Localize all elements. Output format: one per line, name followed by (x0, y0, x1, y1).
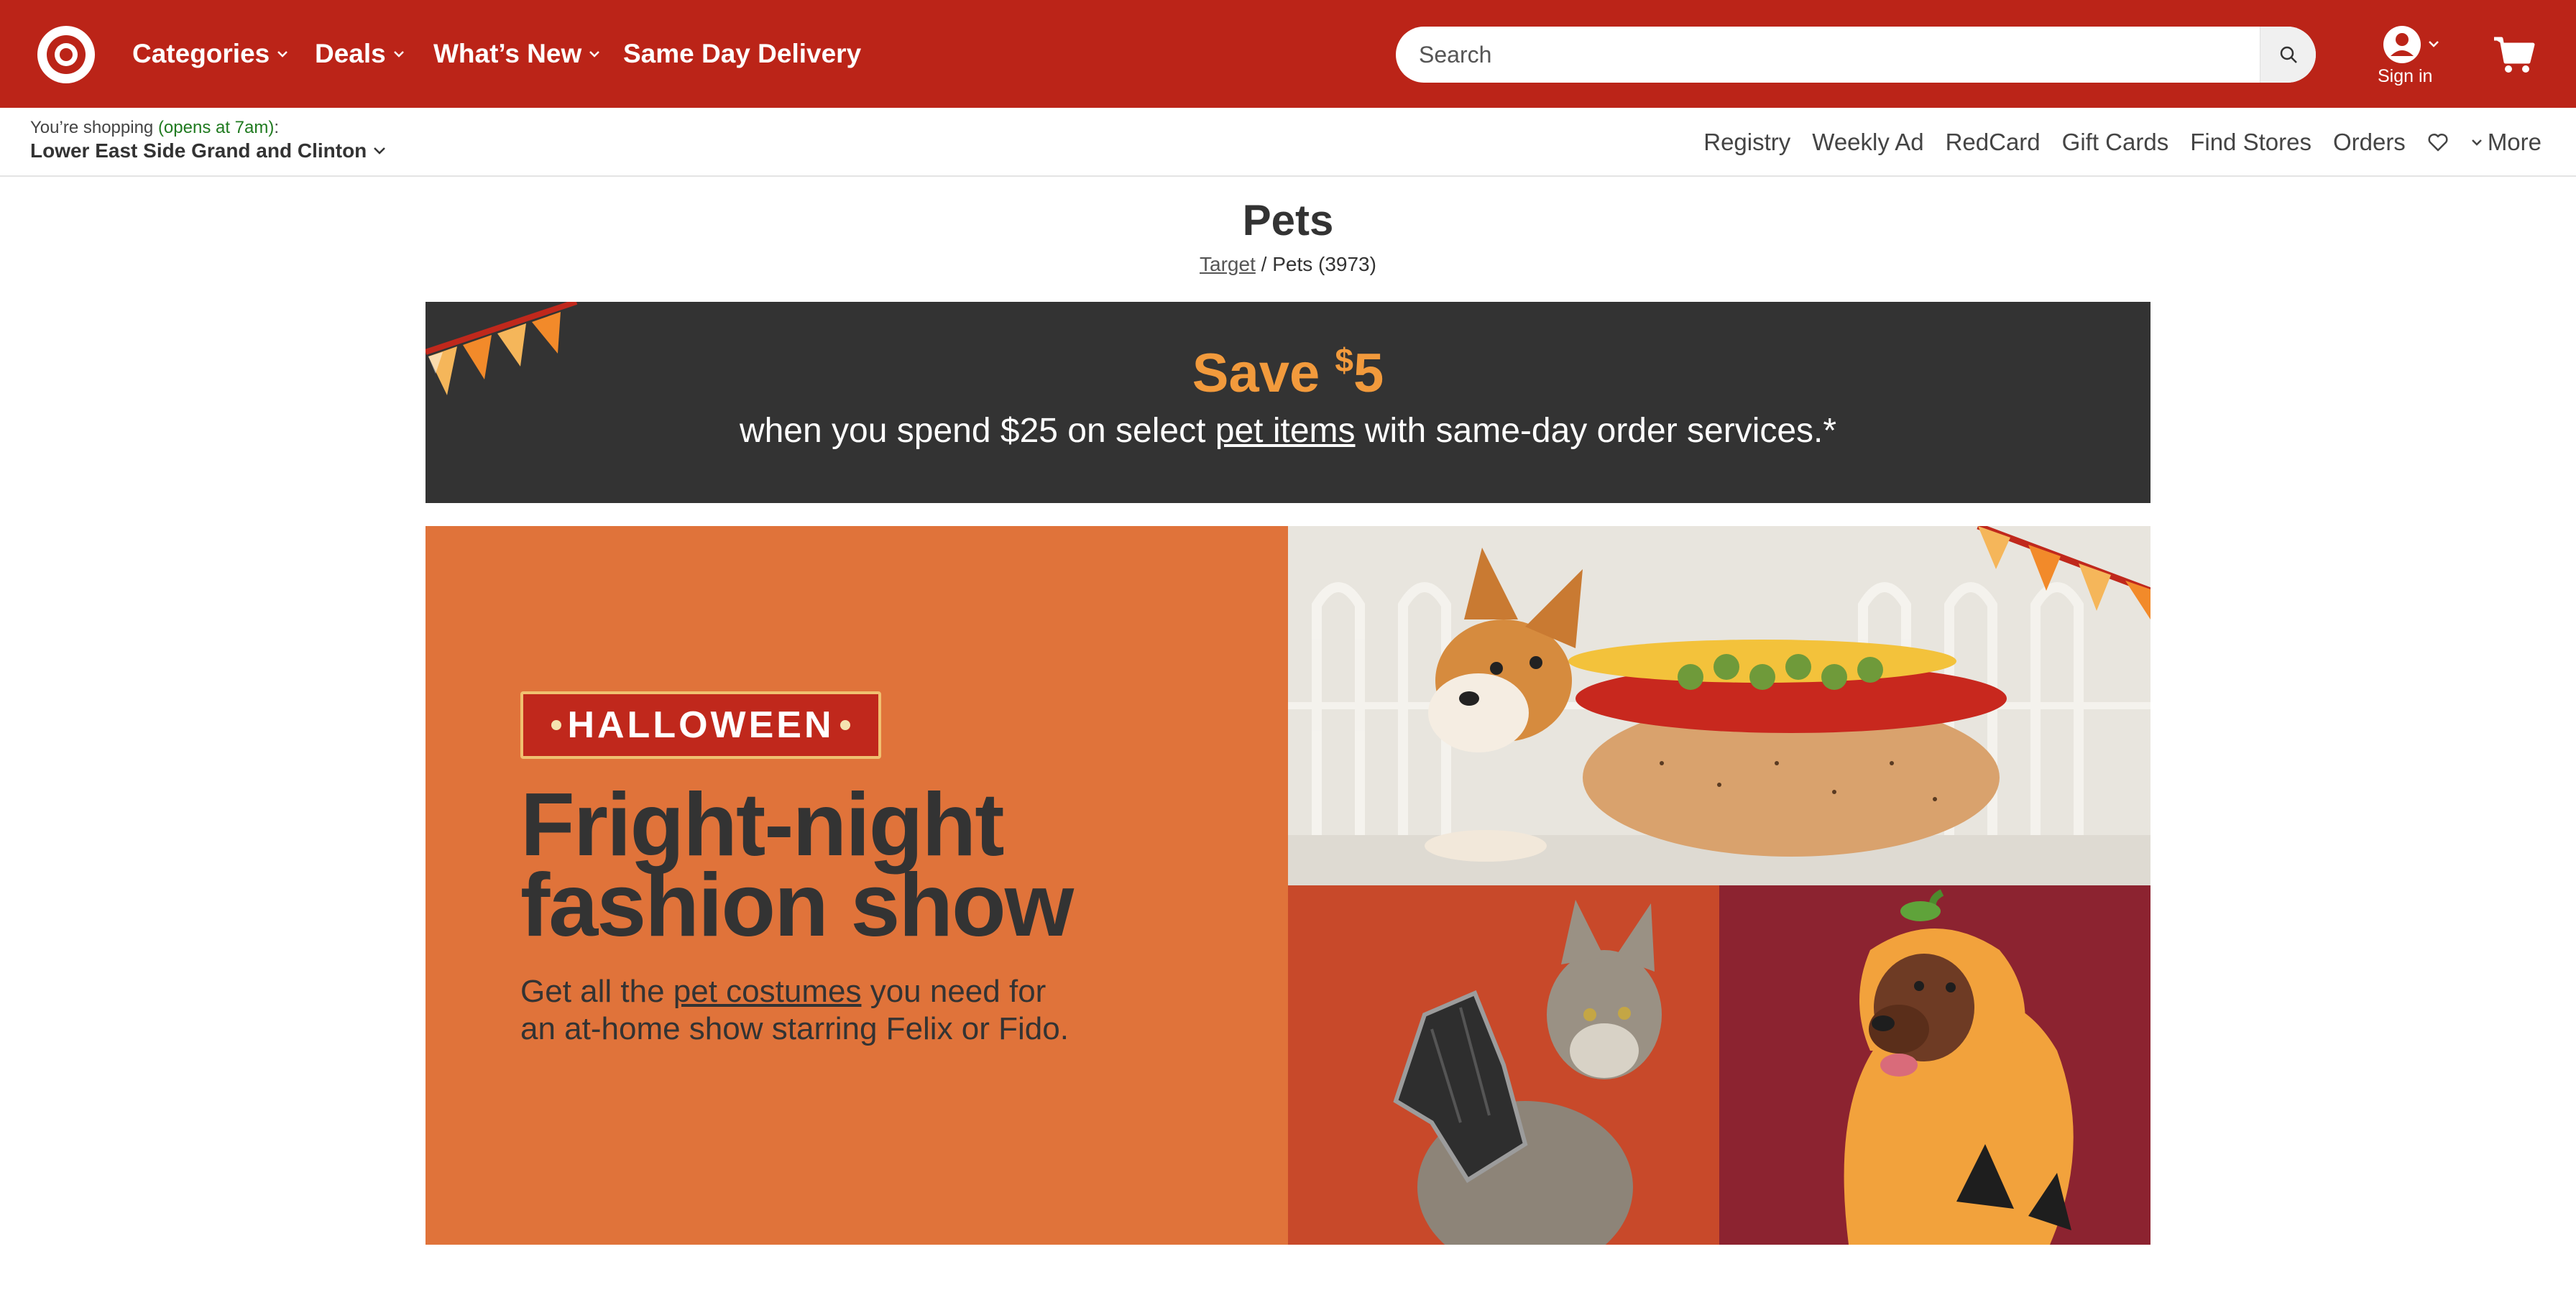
store-selector[interactable]: Lower East Side Grand and Clinton (30, 139, 387, 162)
link-find-stores[interactable]: Find Stores (2190, 129, 2312, 156)
nav-categories[interactable]: Categories (132, 0, 288, 108)
halloween-badge: HALLOWEEN (520, 691, 881, 759)
chevron-down-icon (374, 147, 386, 155)
halloween-hero[interactable]: HALLOWEEN Fright-night fashion show Get … (426, 526, 2150, 1245)
sign-in-label: Sign in (2378, 66, 2433, 86)
search-input[interactable] (1396, 27, 2258, 83)
account-menu[interactable]: Sign in (2372, 22, 2451, 93)
nav-same-day-delivery[interactable]: Same Day Delivery (623, 0, 861, 108)
chevron-down-icon (393, 51, 404, 57)
breadcrumb-current: Pets (3973) (1272, 253, 1376, 275)
dog-pumpkin-illustration (1719, 885, 2150, 1245)
nav-deals[interactable]: Deals (315, 0, 405, 108)
favorites-button[interactable] (2427, 132, 2449, 152)
hero-copy: Get all the pet costumes you need for an… (520, 974, 1069, 1046)
search-button[interactable] (2260, 27, 2316, 83)
store-hours: (opens at 7am) (157, 118, 275, 137)
link-gift-cards[interactable]: Gift Cards (2062, 129, 2169, 156)
cat-bat-costume-image[interactable] (1288, 885, 1719, 1245)
utility-nav: Registry Weekly Ad RedCard Gift Cards Fi… (1682, 108, 2542, 177)
nav-whats-new[interactable]: What’s New (433, 0, 600, 108)
promo-subtext: when you spend $25 on select pet items w… (739, 412, 1837, 450)
link-redcard[interactable]: RedCard (1946, 129, 2041, 156)
user-avatar-icon (2383, 26, 2439, 63)
corgi-hotdog-illustration (1288, 526, 2150, 885)
dog-pumpkin-costume-image[interactable] (1719, 885, 2150, 1245)
breadcrumb: Target / Pets (3973) (1200, 253, 1376, 275)
promo-headline: Save $5 (1192, 341, 1384, 404)
store-status: You’re shopping (opens at 7am): (30, 118, 280, 137)
store-utility-bar: You’re shopping (opens at 7am): Lower Ea… (0, 108, 2576, 177)
cart-icon[interactable] (2493, 33, 2536, 76)
link-weekly-ad[interactable]: Weekly Ad (1812, 129, 1923, 156)
chevron-down-icon (277, 51, 288, 57)
chevron-down-icon (2471, 139, 2482, 146)
cat-bat-illustration (1288, 885, 1719, 1245)
hero-title: Fright-night fashion show (520, 775, 1074, 955)
corgi-hotdog-costume-image[interactable] (1288, 526, 2150, 885)
promo-banner[interactable]: Save $5 when you spend $25 on select pet… (426, 302, 2150, 503)
global-header: Categories Deals What’s New Same Day Del… (0, 0, 2576, 108)
chevron-down-icon (589, 51, 600, 57)
pet-costumes-link[interactable]: pet costumes (673, 974, 862, 1009)
link-orders[interactable]: Orders (2333, 129, 2406, 156)
breadcrumb-target-link[interactable]: Target (1200, 253, 1256, 275)
target-logo-icon[interactable] (37, 26, 95, 83)
link-registry[interactable]: Registry (1703, 129, 1790, 156)
search-bar (1396, 27, 2316, 83)
heart-icon (2428, 133, 2448, 152)
more-menu[interactable]: More (2470, 129, 2542, 156)
page-title: Pets (1242, 196, 1334, 244)
hero-text-panel: HALLOWEEN Fright-night fashion show Get … (426, 526, 1288, 1245)
search-icon (2280, 46, 2297, 63)
pet-items-link[interactable]: pet items (1215, 412, 1356, 450)
